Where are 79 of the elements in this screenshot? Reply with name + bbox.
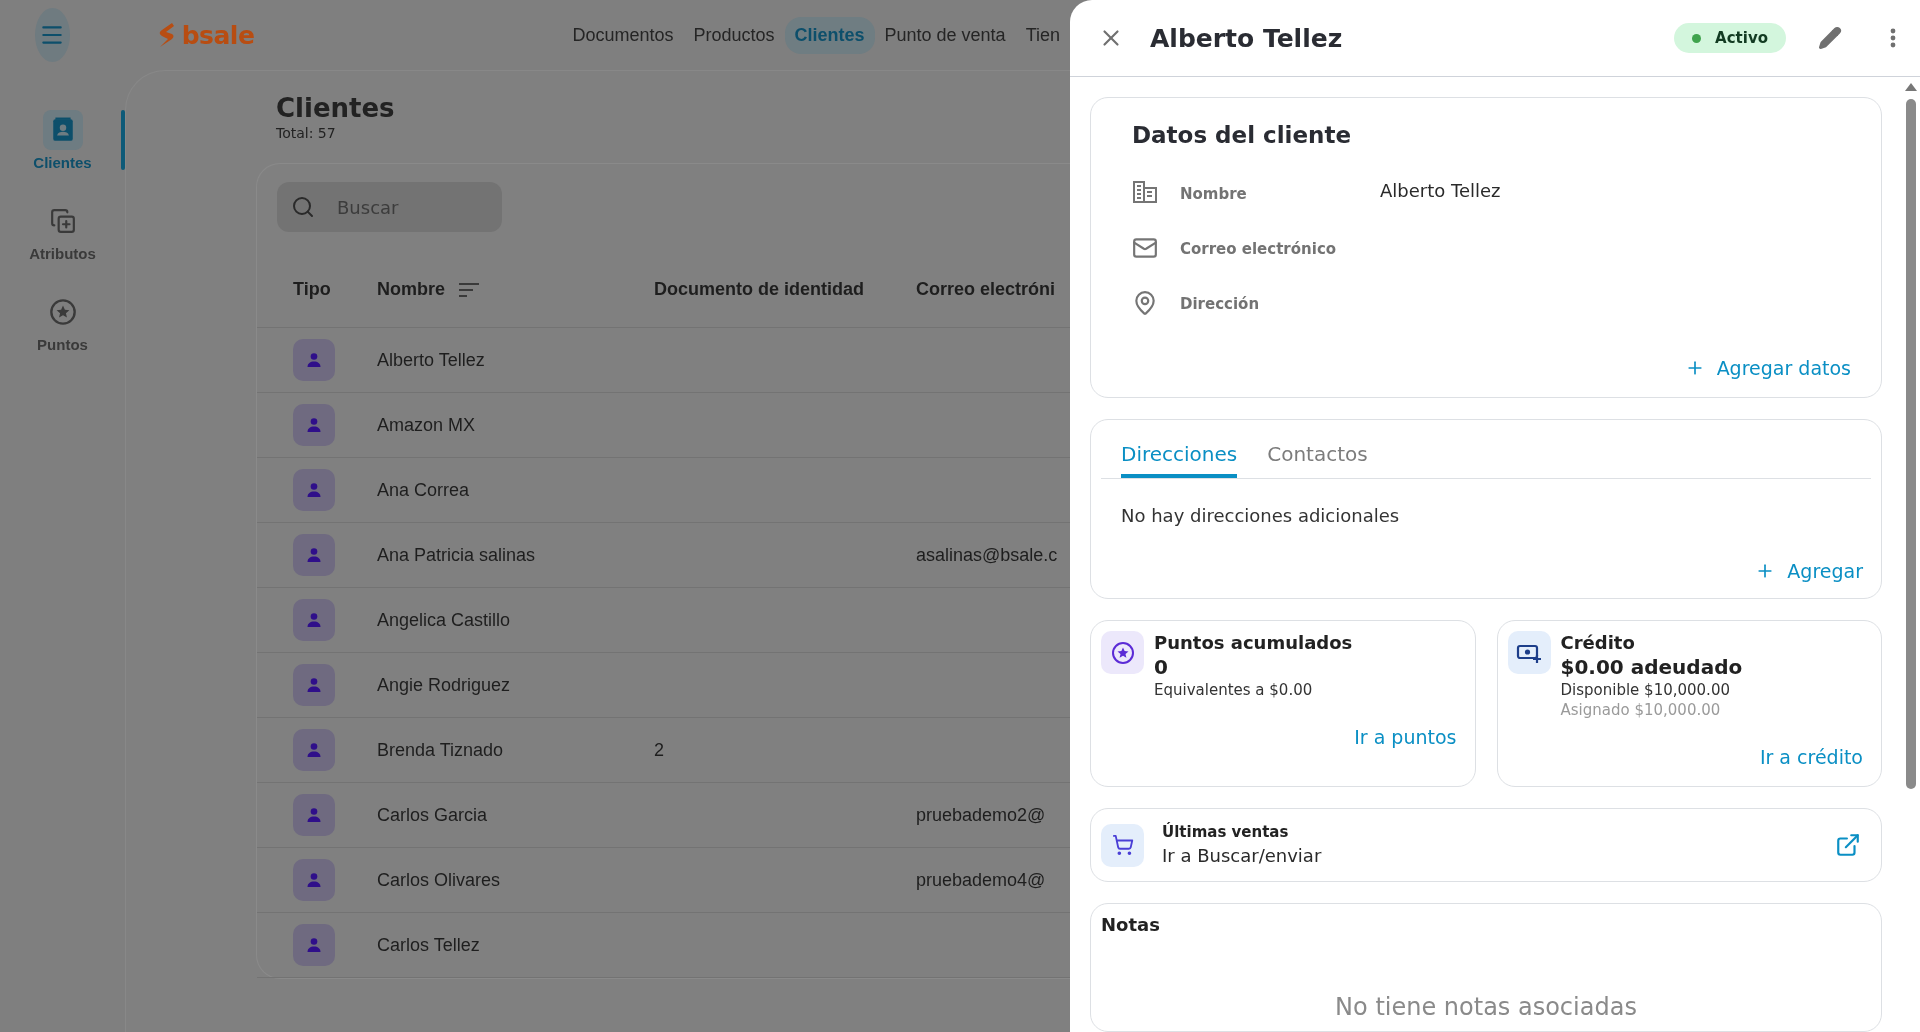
drawer-title: Alberto Tellez [1150, 23, 1344, 53]
table-cell: Angie Rodriguez [377, 674, 511, 695]
credit-assigned: Asignado $10,000.00 [1560, 700, 1722, 720]
nav-tab[interactable]: Clientes [784, 16, 875, 54]
empty-message: No hay direcciones adicionales [1120, 504, 1401, 528]
more-icon [1890, 28, 1896, 48]
field-label: Correo electrónico [1180, 239, 1338, 258]
notes-title: Notas [1101, 914, 1161, 935]
star-circle-icon [48, 298, 77, 326]
column-header: Nombre [377, 279, 445, 300]
external-link-icon[interactable] [1835, 832, 1861, 858]
search-icon [291, 195, 315, 219]
table-cell: Carlos Tellez [377, 934, 480, 955]
building-icon [1132, 180, 1158, 204]
sort-icon[interactable] [459, 282, 479, 297]
person-icon [306, 807, 322, 823]
card-title: Datos del cliente [1132, 122, 1353, 148]
field-value: Alberto Tellez [1380, 180, 1502, 201]
pencil-icon [1818, 26, 1842, 50]
column-header: Documento de identidad [654, 279, 864, 300]
table-cell: Amazon MX [377, 414, 476, 435]
person-icon [306, 547, 322, 563]
add-data-link[interactable]: Agregar datos [1684, 357, 1851, 379]
nav-tab[interactable]: Tien [1015, 16, 1070, 54]
table-cell: Ana Patricia salinas [377, 544, 536, 565]
column-header: Tipo [293, 279, 331, 300]
person-icon [306, 352, 322, 368]
table-cell: Carlos Olivares [377, 869, 501, 890]
page-title: Clientes [276, 93, 396, 123]
person-icon [306, 937, 322, 953]
table-cell: pruebademo4@ [916, 869, 1046, 890]
person-icon [306, 872, 322, 888]
person-icon [306, 482, 322, 498]
nav-tab[interactable]: Productos [683, 16, 785, 54]
column-header: Correo electróni [916, 279, 1056, 300]
table-cell: Angelica Castillo [377, 609, 511, 630]
cart-icon [1111, 834, 1134, 856]
field-label: Nombre [1180, 184, 1248, 203]
table-cell: Alberto Tellez [377, 349, 485, 370]
credit-owed: $0.00 adeudado [1560, 654, 1744, 680]
search-field[interactable]: Buscar [277, 182, 502, 232]
credit-title: Crédito [1560, 631, 1636, 654]
scroll-up-icon[interactable] [1905, 83, 1917, 91]
table-cell: 2 [654, 739, 664, 760]
tab[interactable]: Direcciones [1121, 430, 1238, 478]
map-pin-icon [1132, 290, 1158, 316]
sales-title: Últimas ventas [1162, 821, 1290, 843]
total-count: Total: 57 [276, 125, 337, 141]
field-label: Dirección [1180, 294, 1261, 313]
sidebar-item[interactable]: Puntos [0, 292, 125, 353]
points-title: Puntos acumulados [1154, 631, 1354, 654]
table-cell: Ana Correa [377, 479, 470, 500]
table-cell: Carlos Garcia [377, 804, 488, 825]
points-equivalent: Equivalentes a $0.00 [1154, 680, 1314, 700]
table-cell: asalinas@bsale.c [916, 544, 1058, 565]
add-link[interactable]: Agregar [1755, 560, 1863, 582]
credit-available: Disponible $10,000.00 [1560, 680, 1731, 700]
credit-link[interactable]: Ir a crédito [1759, 746, 1863, 768]
person-icon [306, 417, 322, 433]
add-copy-icon [49, 208, 76, 234]
status-badge: Activo [1674, 23, 1786, 53]
star-circle-icon [1110, 640, 1135, 665]
person-icon [306, 677, 322, 693]
empty-notes-message: No tiene notas asociadas [1335, 993, 1637, 1021]
points-link[interactable]: Ir a puntos [1354, 726, 1457, 748]
sidebar-item[interactable]: Clientes [0, 110, 125, 171]
person-icon [306, 612, 322, 628]
mail-icon [1132, 235, 1158, 261]
sales-link[interactable]: Ir a Buscar/enviar [1162, 843, 1817, 869]
points-value: 0 [1154, 654, 1169, 680]
table-cell: Brenda Tiznado [377, 739, 504, 760]
person-icon [306, 742, 322, 758]
table-cell: pruebademo2@ [916, 804, 1046, 825]
nav-tab[interactable]: Punto de venta [874, 16, 1016, 54]
sidebar-item[interactable]: Atributos [0, 201, 125, 262]
nav-tab[interactable]: Documentos [562, 16, 684, 54]
logo: bsale [157, 20, 255, 50]
tab[interactable]: Contactos [1267, 430, 1368, 478]
menu-button[interactable] [35, 8, 70, 62]
